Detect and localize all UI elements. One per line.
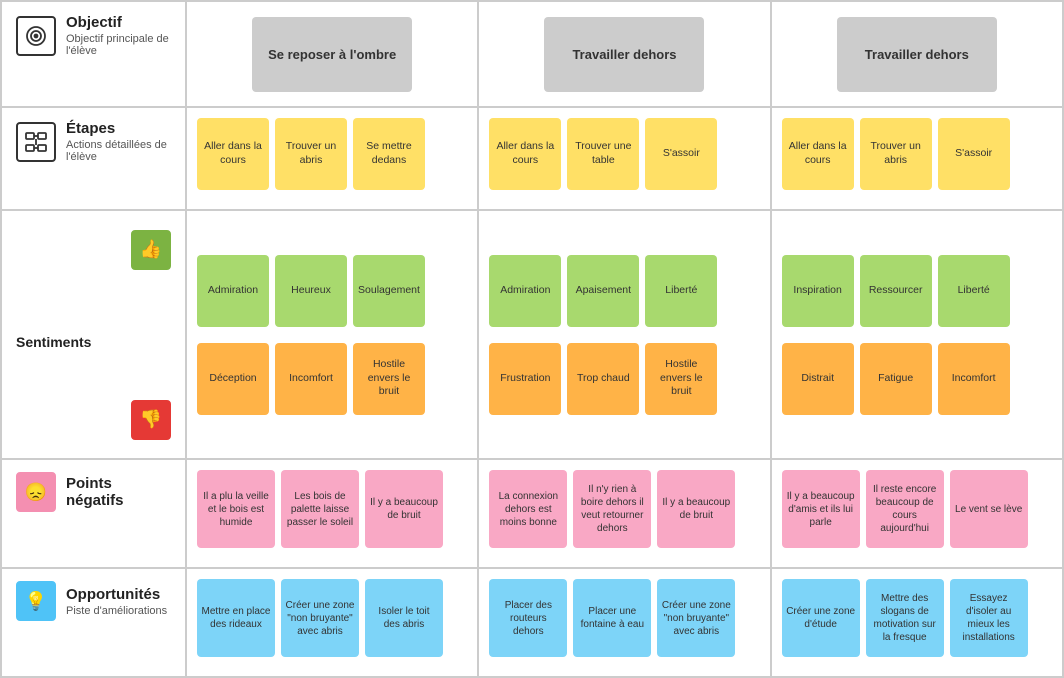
point-negatif-sticky: Il y a beaucoup d'amis et ils lui parle xyxy=(782,470,860,548)
sentiments-negative-row-1: Déception Incomfort Hostile envers le br… xyxy=(197,343,425,415)
etape-sticky: S'assoir xyxy=(938,118,1010,190)
etape-sticky: Se mettre dedans xyxy=(353,118,425,190)
etape-sticky: Aller dans la cours xyxy=(782,118,854,190)
sentiment-sticky: Hostile envers le bruit xyxy=(353,343,425,415)
opportunite-sticky: Créer une zone d'étude xyxy=(782,579,860,657)
etapes-subtitle: Actions détaillées de l'élève xyxy=(66,139,171,163)
objectif-col1: Se reposer à l'ombre xyxy=(186,1,478,107)
objectif-subtitle: Objectif principale de l'élève xyxy=(66,33,171,57)
points-negatifs-col1: Il a plu la veille et le bois est humide… xyxy=(186,459,478,568)
opportunites-col1: Mettre en place des rideaux Créer une zo… xyxy=(186,568,478,677)
etapes-col2: Aller dans la cours Trouver une table S'… xyxy=(478,107,770,210)
sentiment-sticky: Heureux xyxy=(275,255,347,327)
opportunite-sticky: Créer une zone "non bruyante" avec abris xyxy=(281,579,359,657)
sentiments-col2: Admiration Apaisement Liberté Frustratio… xyxy=(478,210,770,459)
objectif-title: Objectif xyxy=(66,14,171,31)
point-negatif-sticky: Il y a beaucoup de bruit xyxy=(657,470,735,548)
points-negatifs-title: Points négatifs xyxy=(66,475,171,509)
point-negatif-sticky: Il y a beaucoup de bruit xyxy=(365,470,443,548)
point-negatif-sticky: La connexion dehors est moins bonne xyxy=(489,470,567,548)
opportunites-col2: Placer des routeurs dehors Placer une fo… xyxy=(478,568,770,677)
points-negatifs-col2: La connexion dehors est moins bonne Il n… xyxy=(478,459,770,568)
main-grid: Objectif Objectif principale de l'élève … xyxy=(0,0,1064,678)
point-negatif-sticky: Il n'y rien à boire dehors il veut retou… xyxy=(573,470,651,548)
sentiments-positive-icon: 👍 xyxy=(131,230,171,270)
opportunites-title: Opportunités xyxy=(66,586,167,603)
sentiment-sticky: Liberté xyxy=(645,255,717,327)
opportunites-subtitle: Piste d'améliorations xyxy=(66,605,167,617)
sentiments-header-cell: 👍 Sentiments 👎 xyxy=(1,210,186,459)
sentiment-sticky: Hostile envers le bruit xyxy=(645,343,717,415)
opportunites-icon: 💡 xyxy=(16,581,56,621)
point-negatif-sticky: Il reste encore beaucoup de cours aujour… xyxy=(866,470,944,548)
sentiments-positive-row-1: Admiration Heureux Soulagement xyxy=(197,255,425,327)
sentiment-sticky: Incomfort xyxy=(275,343,347,415)
etape-sticky: Trouver une table xyxy=(567,118,639,190)
sentiment-sticky: Admiration xyxy=(197,255,269,327)
objectif-header-cell: Objectif Objectif principale de l'élève xyxy=(1,1,186,107)
sentiments-col1: Admiration Heureux Soulagement Déception… xyxy=(186,210,478,459)
sentiment-sticky: Ressourcer xyxy=(860,255,932,327)
etape-sticky: Aller dans la cours xyxy=(489,118,561,190)
objectif-col3: Travailler dehors xyxy=(771,1,1063,107)
sentiment-sticky: Soulagement xyxy=(353,255,425,327)
opportunites-col3: Créer une zone d'étude Mettre des slogan… xyxy=(771,568,1063,677)
sentiment-sticky: Liberté xyxy=(938,255,1010,327)
opportunite-sticky: Mettre des slogans de motivation sur la … xyxy=(866,579,944,657)
opportunite-sticky: Créer une zone "non bruyante" avec abris xyxy=(657,579,735,657)
sentiment-sticky: Incomfort xyxy=(938,343,1010,415)
objectif-icon xyxy=(16,16,56,56)
objectif-card-2: Travailler dehors xyxy=(544,17,704,92)
sentiment-sticky: Distrait xyxy=(782,343,854,415)
point-negatif-sticky: Le vent se lève xyxy=(950,470,1028,548)
opportunite-sticky: Mettre en place des rideaux xyxy=(197,579,275,657)
etapes-col3: Aller dans la cours Trouver un abris S'a… xyxy=(771,107,1063,210)
sentiment-sticky: Frustration xyxy=(489,343,561,415)
opportunite-sticky: Isoler le toit des abris xyxy=(365,579,443,657)
etape-sticky: Trouver un abris xyxy=(275,118,347,190)
etape-sticky: Trouver un abris xyxy=(860,118,932,190)
point-negatif-sticky: Il a plu la veille et le bois est humide xyxy=(197,470,275,548)
etape-sticky: Aller dans la cours xyxy=(197,118,269,190)
points-negatifs-icon: 😞 xyxy=(16,472,56,512)
etapes-header-cell: Étapes Actions détaillées de l'élève xyxy=(1,107,186,210)
point-negatif-sticky: Les bois de palette laisse passer le sol… xyxy=(281,470,359,548)
sentiments-col3: Inspiration Ressourcer Liberté Distrait … xyxy=(771,210,1063,459)
opportunite-sticky: Placer une fontaine à eau xyxy=(573,579,651,657)
opportunites-header-cell: 💡 Opportunités Piste d'améliorations xyxy=(1,568,186,677)
sentiments-negative-row-2: Frustration Trop chaud Hostile envers le… xyxy=(489,343,717,415)
etapes-title: Étapes xyxy=(66,120,171,137)
opportunite-sticky: Essayez d'isoler au mieux les installati… xyxy=(950,579,1028,657)
sentiments-negative-row-3: Distrait Fatigue Incomfort xyxy=(782,343,1010,415)
sentiment-sticky: Trop chaud xyxy=(567,343,639,415)
sentiment-sticky: Fatigue xyxy=(860,343,932,415)
objectif-card-3: Travailler dehors xyxy=(837,17,997,92)
points-negatifs-header-cell: 😞 Points négatifs xyxy=(1,459,186,568)
objectif-card-1: Se reposer à l'ombre xyxy=(252,17,412,92)
sentiments-positive-row-3: Inspiration Ressourcer Liberté xyxy=(782,255,1010,327)
etapes-col1: Aller dans la cours Trouver un abris Se … xyxy=(186,107,478,210)
points-negatifs-col3: Il y a beaucoup d'amis et ils lui parle … xyxy=(771,459,1063,568)
sentiment-sticky: Admiration xyxy=(489,255,561,327)
sentiments-negative-icon: 👎 xyxy=(131,400,171,440)
sentiment-sticky: Déception xyxy=(197,343,269,415)
sentiment-sticky: Inspiration xyxy=(782,255,854,327)
sentiments-title: Sentiments xyxy=(16,334,91,350)
sentiments-positive-row-2: Admiration Apaisement Liberté xyxy=(489,255,717,327)
opportunite-sticky: Placer des routeurs dehors xyxy=(489,579,567,657)
objectif-col2: Travailler dehors xyxy=(478,1,770,107)
etape-sticky: S'assoir xyxy=(645,118,717,190)
sentiment-sticky: Apaisement xyxy=(567,255,639,327)
etapes-icon xyxy=(16,122,56,162)
